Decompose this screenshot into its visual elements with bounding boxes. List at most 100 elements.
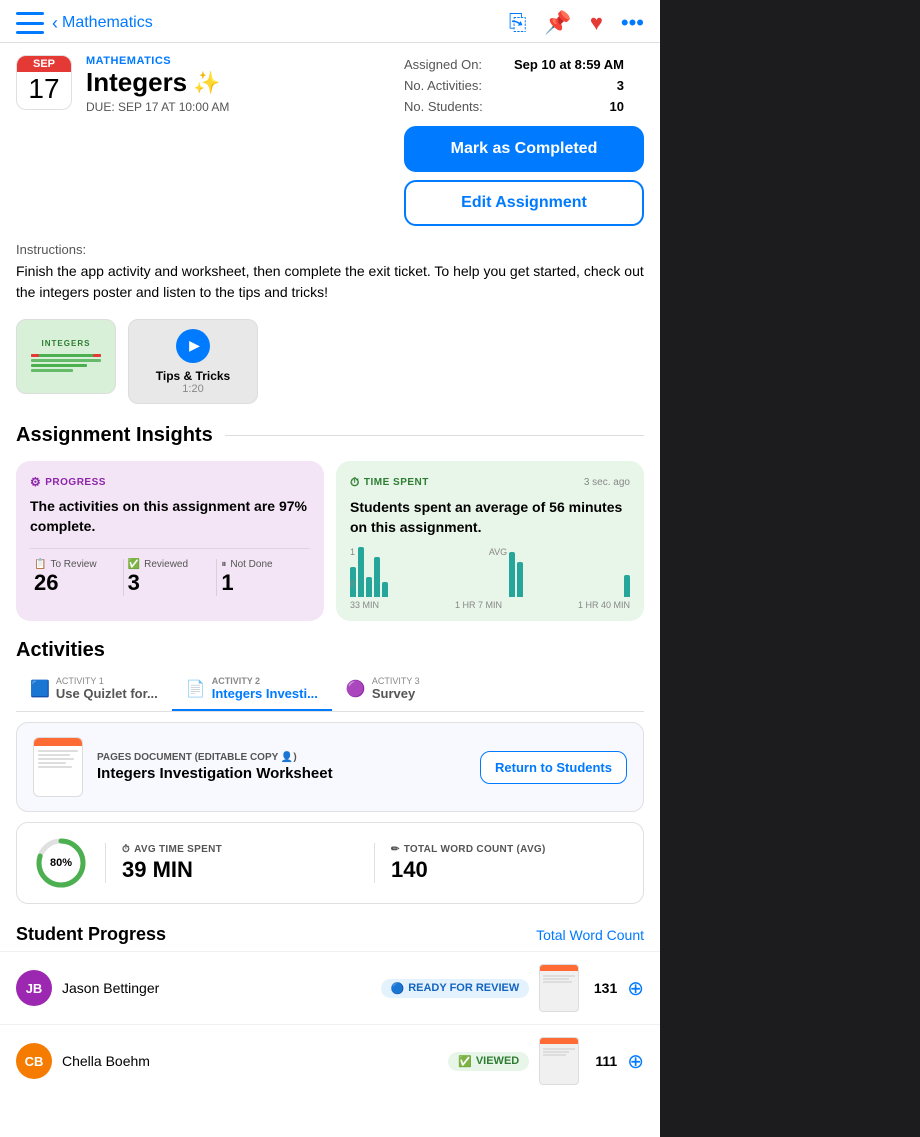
sidebar-toggle[interactable] [16, 12, 44, 34]
viewed-icon: ✅ [458, 1055, 472, 1068]
chart-bar [509, 552, 515, 597]
student-progress-header: Student Progress Total Word Count [0, 914, 660, 951]
student-word-count-jb: 131 [589, 980, 617, 996]
activities-section-header: Activities [0, 639, 660, 662]
edit-assignment-button[interactable]: Edit Assignment [404, 180, 644, 226]
activity-2-icon: 📄 [186, 679, 206, 699]
progress-text: The activities on this assignment are 97… [30, 497, 310, 536]
poster-tile[interactable]: INTEGERS [16, 319, 116, 394]
video-duration: 1:20 [182, 383, 203, 395]
activity-1-icon: 🟦 [30, 679, 50, 699]
to-review-icon: 📋 [34, 559, 46, 570]
edit-small-icon: ✏ [391, 844, 400, 855]
doc-type: PAGES DOCUMENT (EDITABLE COPY 👤) [97, 752, 466, 763]
activity-tab-3[interactable]: 🟣 ACTIVITY 3 Survey [332, 666, 434, 711]
student-word-count-cb: 111 [589, 1053, 617, 1069]
activity-3-sub: ACTIVITY 3 [372, 676, 420, 686]
activity-2-sub: ACTIVITY 2 [212, 676, 318, 686]
not-done-stat: ⏸ Not Done 1 [217, 559, 310, 596]
avg-time-label: ⏱ AVG TIME SPENT [122, 844, 358, 855]
activity-tab-1[interactable]: 🟦 ACTIVITY 1 Use Quizlet for... [16, 666, 172, 711]
student-progress-title: Student Progress [16, 924, 166, 945]
to-review-stat: 📋 To Review 26 [30, 559, 124, 596]
word-count-block: ✏ TOTAL WORD COUNT (AVG) 140 [391, 844, 627, 883]
time-card: ⏱ TIME SPENT 3 sec. ago Students spent a… [336, 461, 644, 621]
activity-1-sub: ACTIVITY 1 [56, 676, 158, 686]
progress-icon: ⚙ [30, 475, 41, 489]
assignment-meta: Assigned On: Sep 10 at 8:59 AM No. Activ… [404, 55, 644, 114]
activities-section: 🟦 ACTIVITY 1 Use Quizlet for... 📄 ACTIVI… [0, 666, 660, 904]
cal-day: 17 [17, 72, 71, 109]
media-tiles: INTEGERS ▶ Tips & Tricks 1:20 [0, 311, 660, 420]
student-avatar-cb: CB [16, 1043, 52, 1079]
not-done-icon: ⏸ [221, 559, 226, 570]
progress-card: ⚙ PROGRESS The activities on this assign… [16, 461, 324, 621]
student-name-jb: Jason Bettinger [62, 980, 371, 996]
reviewed-icon: ✅ [128, 559, 140, 570]
student-row: CB Chella Boehm ✅ VIEWED 111 ⊕ [0, 1024, 660, 1097]
return-to-students-button[interactable]: Return to Students [480, 751, 627, 784]
to-review-value: 26 [34, 570, 113, 596]
chart-y-labels: 1 [350, 547, 630, 557]
chart-bar [374, 557, 380, 597]
progress-ring: 80% [33, 835, 89, 891]
copy-icon[interactable]: ⎘ [509, 10, 527, 36]
student-more-cb[interactable]: ⊕ [627, 1049, 644, 1074]
assignment-title: Integers ✨ [86, 67, 404, 98]
heart-icon[interactable]: ♥ [590, 10, 603, 36]
back-nav[interactable]: ‹ Mathematics [52, 13, 153, 34]
back-label[interactable]: Mathematics [62, 14, 153, 32]
video-tile[interactable]: ▶ Tips & Tricks 1:20 [128, 319, 258, 404]
doc-info: PAGES DOCUMENT (EDITABLE COPY 👤) Integer… [97, 752, 466, 782]
avg-time-value: 39 MIN [122, 857, 358, 883]
chart-x-labels: 33 MIN 1 HR 7 MIN 1 HR 40 MIN [350, 600, 630, 610]
poster-title: INTEGERS [42, 339, 91, 348]
stats-bar: 80% ⏱ AVG TIME SPENT 39 MIN ✏ TOTAL WORD… [16, 822, 644, 904]
doc-thumbnail [33, 737, 83, 797]
mark-completed-button[interactable]: Mark as Completed [404, 126, 644, 172]
activity-3-main: Survey [372, 686, 415, 701]
back-chevron-icon: ‹ [52, 13, 58, 34]
clock-icon: ⏱ [350, 475, 360, 490]
poster-lines [31, 352, 101, 374]
progress-tag: ⚙ PROGRESS [30, 475, 310, 489]
progress-pct-label: 80% [50, 857, 72, 869]
activity-3-icon: 🟣 [346, 679, 366, 699]
student-avatar-jb: JB [16, 970, 52, 1006]
student-name-cb: Chella Boehm [62, 1053, 438, 1069]
status-badge-cb: ✅ VIEWED [448, 1052, 529, 1071]
student-thumb-jb [539, 964, 579, 1012]
sparkle-icon: ✨ [193, 70, 220, 96]
clock-small-icon: ⏱ [122, 844, 130, 855]
header-icons: ⎘ 📌 ♥ ••• [509, 10, 644, 36]
activity-2-main: Integers Investi... [212, 686, 318, 701]
reviewed-value: 3 [128, 570, 207, 596]
review-icon: 🔵 [391, 982, 405, 995]
student-row: JB Jason Bettinger 🔵 READY FOR REVIEW 13… [0, 951, 660, 1024]
student-more-jb[interactable]: ⊕ [627, 976, 644, 1001]
instructions: Instructions: Finish the app activity an… [0, 226, 660, 311]
assigned-on-row: Assigned On: Sep 10 at 8:59 AM [404, 57, 624, 72]
pin-icon[interactable]: 📌 [544, 10, 571, 36]
right-panel [660, 0, 920, 1137]
time-chart: AVG 33 MIN 1 HR 7 MIN 1 HR 40 MIN 1 0 [350, 547, 630, 607]
word-count-value: 140 [391, 857, 627, 883]
due-date: DUE: SEP 17 AT 10:00 AM [86, 100, 404, 114]
calendar-badge: SEP 17 [16, 55, 72, 110]
video-label: Tips & Tricks [156, 369, 230, 383]
word-count-label: ✏ TOTAL WORD COUNT (AVG) [391, 844, 627, 855]
status-badge-jb: 🔵 READY FOR REVIEW [381, 979, 530, 998]
insights-grid: ⚙ PROGRESS The activities on this assign… [0, 451, 660, 631]
not-done-value: 1 [221, 570, 300, 596]
subject-label: MATHEMATICS [86, 55, 404, 67]
student-thumb-cb [539, 1037, 579, 1085]
more-icon[interactable]: ••• [621, 10, 644, 36]
activity-tab-2[interactable]: 📄 ACTIVITY 2 Integers Investi... [172, 666, 332, 711]
play-icon: ▶ [176, 329, 210, 363]
total-word-count-link[interactable]: Total Word Count [536, 927, 644, 943]
assignment-info: MATHEMATICS Integers ✨ DUE: SEP 17 AT 10… [86, 55, 404, 114]
activities-title: Activities [16, 639, 105, 662]
activities-tabs: 🟦 ACTIVITY 1 Use Quizlet for... 📄 ACTIVI… [16, 666, 644, 712]
avg-time-block: ⏱ AVG TIME SPENT 39 MIN [122, 844, 358, 883]
reviewed-stat: ✅ Reviewed 3 [124, 559, 218, 596]
